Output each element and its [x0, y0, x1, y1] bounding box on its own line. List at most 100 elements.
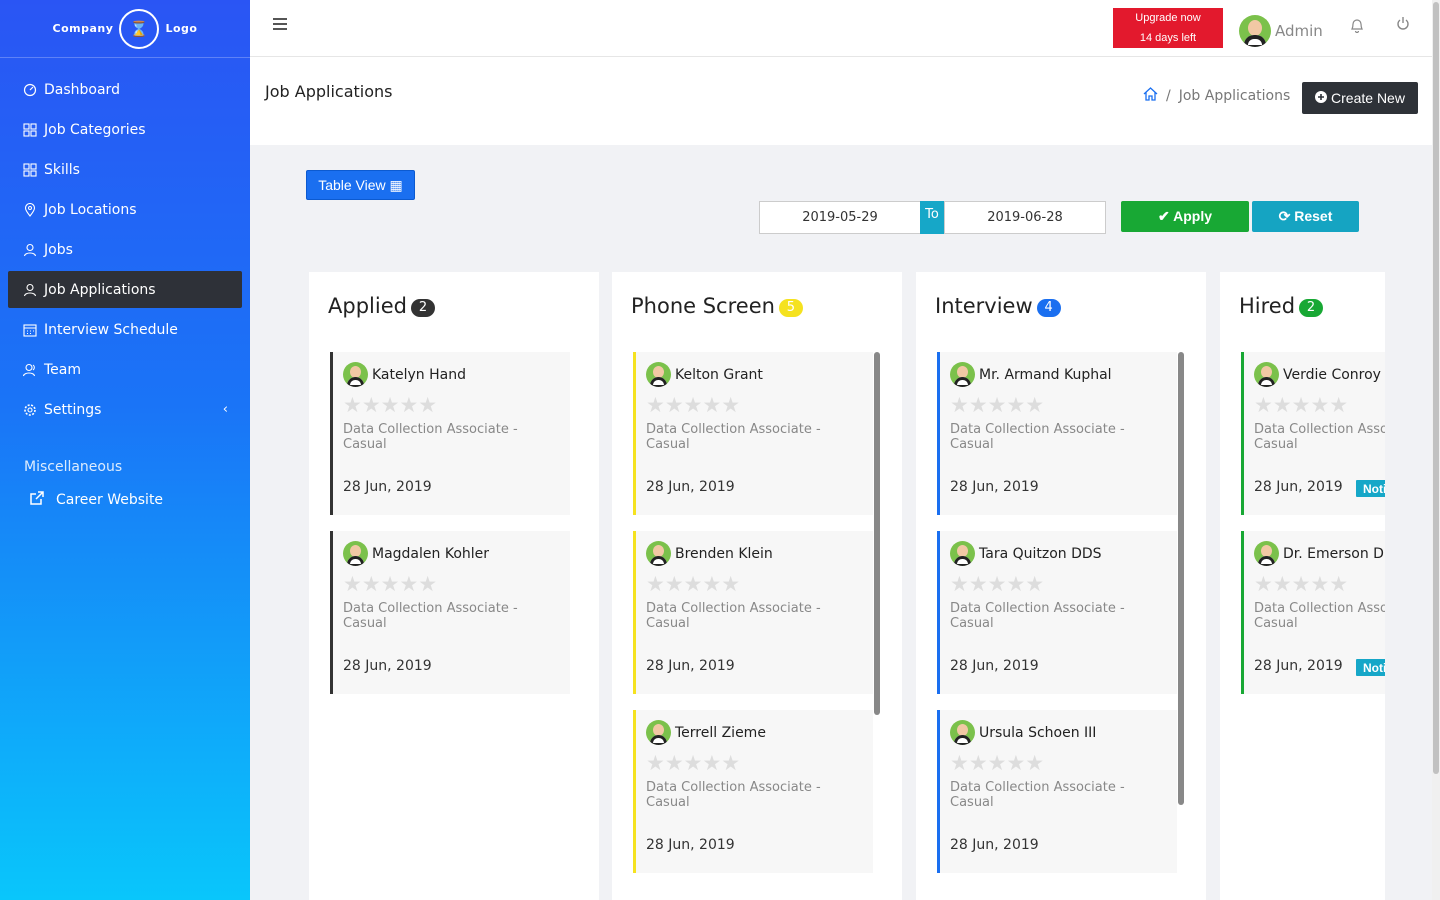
notify-button[interactable]: Notify: [1356, 480, 1385, 497]
upgrade-button[interactable]: Upgrade now 14 days left: [1113, 8, 1223, 48]
sidebar-item-settings[interactable]: Settings ‹: [8, 391, 242, 428]
applicant-info: Ursula Schoen III: [950, 720, 1096, 745]
applicant-name: Verdie Conroy: [1283, 366, 1381, 383]
applicant-card[interactable]: Tara Quitzon DDS ★★★★★ Data Collection A…: [937, 531, 1177, 694]
applied-date: 28 Jun, 2019: [1254, 479, 1343, 495]
table-view-button[interactable]: Table View ▦: [306, 170, 415, 200]
applicant-info: Katelyn Hand: [343, 362, 466, 387]
applicant-card[interactable]: Brenden Klein ★★★★★ Data Collection Asso…: [633, 531, 873, 694]
applicant-card[interactable]: Terrell Zieme ★★★★★ Data Collection Asso…: [633, 710, 873, 873]
company-logo[interactable]: Company ⌛ Logo: [0, 0, 250, 58]
sidebar: Company ⌛ Logo Dashboard Job Categories …: [0, 0, 250, 900]
job-title: Data Collection Associate - Casual: [646, 601, 821, 631]
sidebar-item-label: Skills: [44, 161, 80, 178]
rating-stars[interactable]: ★★★★★: [1254, 572, 1348, 596]
applied-date: 28 Jun, 2019: [950, 658, 1039, 674]
rating-stars[interactable]: ★★★★★: [343, 393, 437, 417]
apply-button[interactable]: ✔ Apply: [1121, 201, 1249, 232]
sidebar-item-job-applications[interactable]: Job Applications: [8, 271, 242, 308]
location-pin-icon: [23, 202, 37, 217]
rating-stars[interactable]: ★★★★★: [950, 572, 1044, 596]
column-scrollbar[interactable]: [1178, 352, 1184, 805]
applicant-info: Kelton Grant: [646, 362, 763, 387]
dashboard-icon: [23, 83, 37, 97]
notify-button[interactable]: Notify: [1356, 659, 1385, 676]
sidebar-item-skills[interactable]: Skills: [8, 151, 242, 188]
logo-text-left: Company: [52, 22, 114, 35]
rating-stars[interactable]: ★★★★★: [646, 393, 740, 417]
grid-icon: [23, 162, 37, 177]
end-date-input[interactable]: 2019-06-28: [944, 201, 1106, 234]
reset-label: Reset: [1294, 208, 1333, 224]
menu-toggle-icon[interactable]: [273, 18, 287, 30]
sidebar-item-dashboard[interactable]: Dashboard: [8, 71, 242, 108]
applicant-card[interactable]: Kelton Grant ★★★★★ Data Collection Assoc…: [633, 352, 873, 515]
column-title: Applied: [328, 294, 407, 318]
sidebar-item-interview-schedule[interactable]: Interview Schedule: [8, 311, 242, 348]
job-title: Data Collection Associate - Casual: [950, 601, 1125, 631]
top-bar: Upgrade now 14 days left Admin: [250, 0, 1432, 57]
rating-stars[interactable]: ★★★★★: [1254, 393, 1348, 417]
count-badge: 4: [1036, 298, 1061, 317]
sidebar-item-job-categories[interactable]: Job Categories: [8, 111, 242, 148]
page-scrollbar[interactable]: [1432, 0, 1440, 900]
applicant-card[interactable]: Mr. Armand Kuphal ★★★★★ Data Collection …: [937, 352, 1177, 515]
sidebar-item-label: Settings: [44, 401, 102, 418]
applicant-card[interactable]: Verdie Conroy ★★★★★ Data Collection Asso…: [1241, 352, 1385, 515]
sidebar-item-job-locations[interactable]: Job Locations: [8, 191, 242, 228]
bell-icon[interactable]: [1350, 18, 1364, 37]
applied-date: 28 Jun, 2019: [343, 479, 432, 495]
reset-button[interactable]: ⟳ Reset: [1252, 201, 1359, 232]
rating-stars[interactable]: ★★★★★: [343, 572, 437, 596]
user-menu[interactable]: Admin: [1239, 15, 1323, 47]
sidebar-item-label: Dashboard: [44, 81, 120, 98]
user-icon: [23, 283, 37, 297]
count-badge: 2: [410, 298, 435, 317]
sidebar-item-label: Job Applications: [44, 281, 156, 298]
rating-stars[interactable]: ★★★★★: [646, 751, 740, 775]
applicant-card[interactable]: Katelyn Hand ★★★★★ Data Collection Assoc…: [330, 352, 570, 515]
rating-stars[interactable]: ★★★★★: [950, 393, 1044, 417]
column-header: Applied 2: [328, 294, 435, 318]
sidebar-item-jobs[interactable]: Jobs: [8, 231, 242, 268]
avatar: [950, 362, 975, 387]
sidebar-item-team[interactable]: Team: [8, 351, 242, 388]
sidebar-item-label: Interview Schedule: [44, 321, 178, 338]
applicant-card[interactable]: Dr. Emerson Du ★★★★★ Data Collection Ass…: [1241, 531, 1385, 694]
job-title: Data Collection Associate - Casual: [343, 601, 518, 631]
chevron-left-icon[interactable]: ‹: [223, 402, 228, 417]
days-left-label: 14 days left: [1139, 32, 1197, 44]
job-title: Data Collection Associate - Casual: [1254, 601, 1385, 631]
rating-stars[interactable]: ★★★★★: [646, 572, 740, 596]
home-icon[interactable]: [1143, 87, 1158, 105]
applicant-card[interactable]: Magdalen Kohler ★★★★★ Data Collection As…: [330, 531, 570, 694]
column-title: Interview: [935, 294, 1033, 318]
applicant-card[interactable]: Ursula Schoen III ★★★★★ Data Collection …: [937, 710, 1177, 873]
user-icon: [23, 243, 37, 257]
career-website-link[interactable]: Career Website: [0, 475, 250, 509]
logo-text-right: Logo: [165, 22, 198, 35]
count-badge: 5: [778, 298, 803, 317]
table-view-label: Table View: [318, 176, 386, 193]
card-list: Mr. Armand Kuphal ★★★★★ Data Collection …: [937, 352, 1177, 889]
applicant-name: Katelyn Hand: [372, 366, 466, 383]
applicant-name: Brenden Klein: [675, 545, 773, 562]
applicant-name: Terrell Zieme: [675, 724, 766, 741]
card-list: Verdie Conroy ★★★★★ Data Collection Asso…: [1241, 352, 1385, 710]
column-scrollbar[interactable]: [874, 352, 880, 715]
create-new-button[interactable]: Create New: [1302, 82, 1418, 114]
external-link-icon: [30, 491, 44, 509]
count-badge: 2: [1299, 298, 1324, 317]
power-icon[interactable]: [1396, 16, 1410, 35]
date-range-to-label: To: [920, 201, 944, 234]
job-title: Data Collection Associate - Casual: [950, 780, 1125, 810]
rating-stars[interactable]: ★★★★★: [950, 751, 1044, 775]
apply-label: Apply: [1173, 208, 1212, 224]
create-new-label: Create New: [1331, 90, 1405, 106]
column-hired: Hired 2 Verdie Conroy ★★★★★ Data Collect…: [1220, 272, 1385, 900]
avatar: [950, 720, 975, 745]
start-date-input[interactable]: 2019-05-29: [759, 201, 921, 234]
applicant-name: Dr. Emerson Du: [1283, 545, 1385, 562]
breadcrumb: / Job Applications: [1143, 87, 1290, 105]
column-header: Interview 4: [935, 294, 1061, 318]
